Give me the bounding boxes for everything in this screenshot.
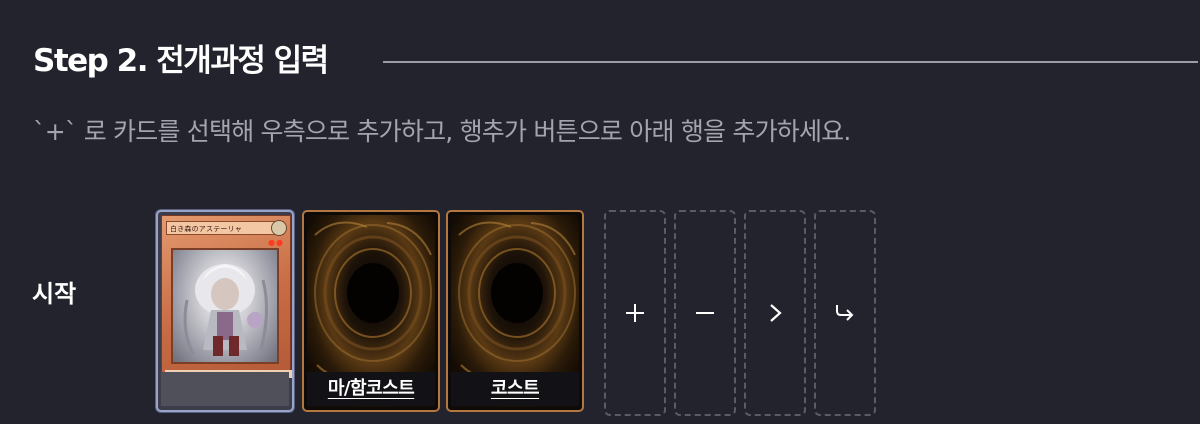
add-row-button[interactable] [814,210,876,416]
return-arrow-icon [836,305,854,321]
attribute-icon [271,220,287,236]
card-slot-2[interactable]: 마/함코스트 [302,210,440,412]
card-row: 白き森のアステーリャ ●● 마/함코스트 코스트 [156,210,886,416]
chevron-right-icon [770,304,782,322]
card-caption-text: 코스트 [490,378,540,399]
card-caption[interactable]: 마/함코스트 [307,372,435,406]
plus-icon [626,304,644,322]
step-title: Step 2. 전개과정 입력 [33,43,329,79]
card-slot-3[interactable]: 코스트 [446,210,584,412]
row-label-start: 시작 [32,280,77,308]
monster-artwork [171,248,279,364]
step-divider [383,61,1198,63]
instructions-text: `+` 로 카드를 선택해 우측으로 추가하고, 행추가 버튼으로 아래 행을 … [33,117,851,146]
step-header: Step 2. 전개과정 입력 [33,38,1198,84]
remove-card-button[interactable] [674,210,736,416]
next-step-button[interactable] [744,210,806,416]
card-caption-text: 마/함코스트 [327,378,415,399]
monster-card-name: 白き森のアステーリャ [166,221,284,235]
card-slot-1[interactable]: 白き森のアステーリャ ●● [156,210,294,412]
minus-icon [696,312,714,314]
card-caption[interactable]: 코스트 [451,372,579,406]
monster-card-image: 白き森のアステーリャ ●● [161,215,292,378]
add-card-button[interactable] [604,210,666,416]
card-caption[interactable] [161,372,289,406]
level-stars-icon: ●● [268,238,284,247]
